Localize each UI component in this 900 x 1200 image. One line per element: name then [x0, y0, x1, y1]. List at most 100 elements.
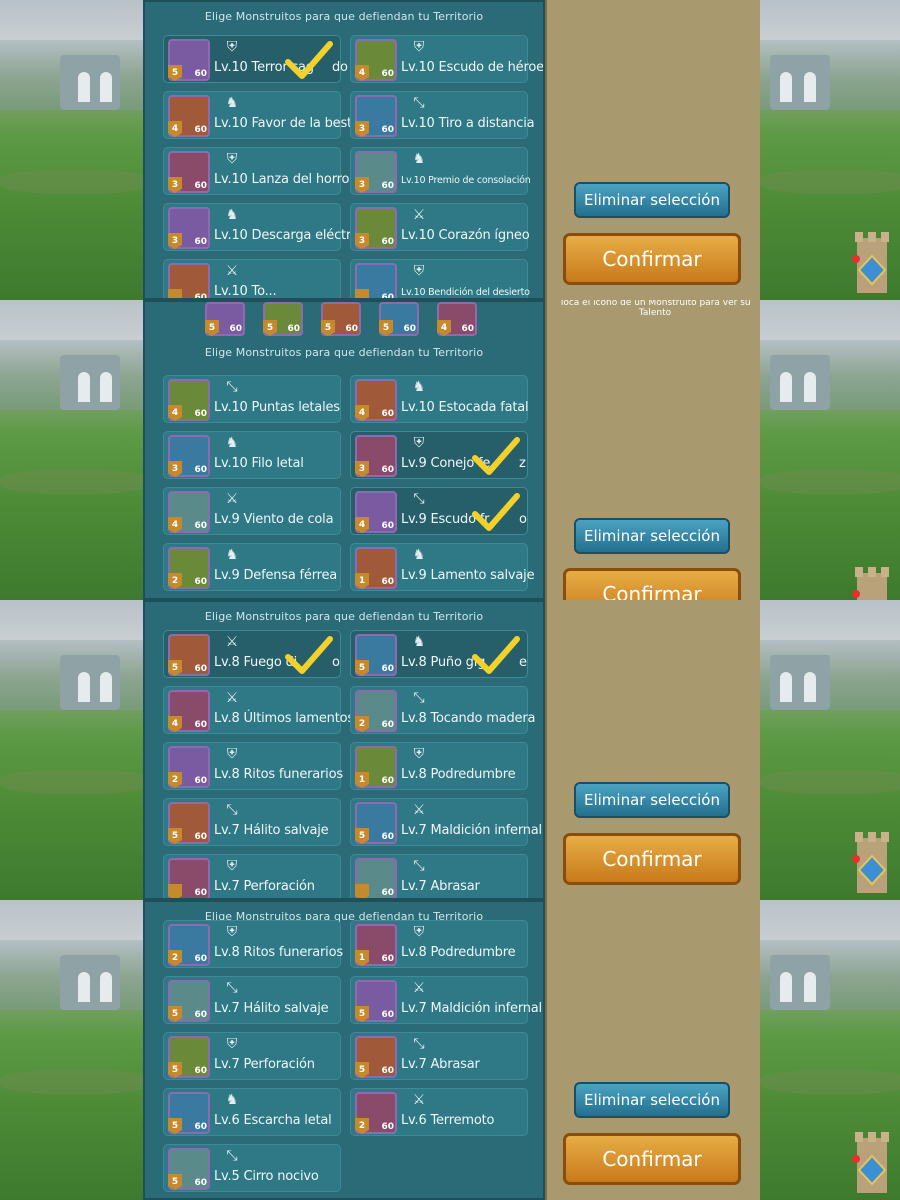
monster-portrait[interactable]: 2 60: [355, 690, 397, 732]
monster-slot[interactable]: 3 60 ♞ Lv.10 Premio de consolación: [350, 147, 531, 195]
monster-slot[interactable]: 60 ⤡ Lv.7 Abrasar: [350, 854, 528, 898]
monster-slot[interactable]: 4 60 ⤡ Lv.9 Escudo fr o: [350, 487, 528, 535]
monster-slot[interactable]: 3 60 ♞ Lv.10 Filo letal: [163, 431, 341, 479]
monster-portrait[interactable]: 2 60: [168, 924, 210, 966]
monster-slot[interactable]: 4 60 ⤡ Lv.10 Puntas letales: [163, 375, 341, 423]
monster-portrait[interactable]: 3 60: [168, 435, 210, 477]
monster-portrait[interactable]: 4 60: [168, 491, 210, 533]
monster-slot[interactable]: 3 60 ⛨ Lv.9 Conejo fe z: [350, 431, 528, 479]
bow-icon: ⤡: [413, 858, 425, 874]
monster-slot[interactable]: 1 60 ♞ Lv.9 Lamento salvaje: [350, 543, 535, 591]
monster-portrait[interactable]: 3 60: [355, 435, 397, 477]
monster-slot[interactable]: 5 60 ⛨ Lv.10 Terror sag do: [163, 35, 348, 83]
castle-icon[interactable]: [847, 1130, 897, 1200]
monster-portrait[interactable]: 4 60: [355, 39, 397, 81]
shield-icon: ⛨: [413, 263, 425, 279]
monster-portrait[interactable]: 3 60: [355, 95, 397, 137]
checkmark-icon: [285, 636, 333, 674]
castle-icon[interactable]: [847, 565, 897, 600]
monster-slot[interactable]: 5 60 ⛨ Lv.7 Perforación: [163, 1032, 341, 1080]
monster-portrait[interactable]: 3 60: [355, 207, 397, 249]
clear-selection-button[interactable]: Eliminar selección: [574, 518, 730, 554]
monster-slot[interactable]: 5 60 ♞ Lv.8 Puño gig e: [350, 630, 528, 678]
monster-slot[interactable]: 4 60 ⚔ Lv.8 Últimos lamentos: [163, 686, 354, 734]
monster-slot[interactable]: 1 60 ⛨ Lv.8 Podredumbre: [350, 920, 528, 968]
monster-slot[interactable]: 4 60 ⛨ Lv.10 Escudo de héroe: [350, 35, 543, 83]
monster-portrait[interactable]: 5 60: [168, 1092, 210, 1134]
monster-slot[interactable]: 60 ⛨ Lv.7 Perforación: [163, 854, 341, 898]
monster-slot[interactable]: 5 60 ⤡ Lv.7 Hálito salvaje: [163, 798, 341, 846]
monster-portrait[interactable]: 3 60: [168, 151, 210, 193]
monster-portrait[interactable]: 5 60: [168, 39, 210, 81]
monster-portrait[interactable]: 1 60: [355, 547, 397, 589]
monster-portrait[interactable]: 60: [168, 263, 210, 298]
castle-icon[interactable]: [847, 230, 897, 300]
monster-portrait[interactable]: 4 60: [168, 95, 210, 137]
monster-portrait[interactable]: 5 60: [168, 634, 210, 676]
monster-portrait[interactable]: 4 60: [168, 379, 210, 421]
monster-portrait[interactable]: 4 60: [168, 690, 210, 732]
defender-portrait[interactable]: 5 60: [205, 302, 245, 336]
monster-slot[interactable]: 60 ⛨ Lv.10 Bendición del desierto: [350, 259, 530, 298]
monster-slot[interactable]: 2 60 ⛨ Lv.8 Ritos funerarios: [163, 920, 343, 968]
confirm-button[interactable]: Confirmar: [563, 833, 741, 885]
monster-slot[interactable]: 3 60 ⤡ Lv.10 Tiro a distancia: [350, 91, 535, 139]
monster-portrait[interactable]: 2 60: [168, 746, 210, 788]
level-cap-label: 60: [381, 776, 394, 786]
monster-slot[interactable]: 3 60 ⚔ Lv.10 Corazón ígneo: [350, 203, 530, 251]
level-cap-label: 60: [381, 465, 394, 475]
monster-portrait[interactable]: 5 60: [168, 980, 210, 1022]
monster-slot[interactable]: 5 60 ⤡ Lv.7 Abrasar: [350, 1032, 528, 1080]
monster-slot[interactable]: 5 60 ♞ Lv.6 Escarcha letal: [163, 1088, 341, 1136]
monster-slot[interactable]: 3 60 ⛨ Lv.10 Lanza del horror: [163, 147, 355, 195]
monster-slot[interactable]: 2 60 ♞ Lv.9 Defensa férrea: [163, 543, 341, 591]
defender-portrait[interactable]: 5 60: [263, 302, 303, 336]
monster-portrait[interactable]: 60: [355, 263, 397, 298]
monster-slot[interactable]: 5 60 ⚔ Lv.7 Maldición infernal: [350, 798, 542, 846]
monster-portrait[interactable]: 1 60: [355, 746, 397, 788]
monster-slot[interactable]: 4 60 ♞ Lv.10 Estocada fatal: [350, 375, 529, 423]
monster-portrait[interactable]: 5 60: [168, 802, 210, 844]
monster-slot[interactable]: 5 60 ⤡ Lv.7 Hálito salvaje: [163, 976, 341, 1024]
defender-portrait[interactable]: 4 60: [437, 302, 477, 336]
monster-slot[interactable]: 1 60 ⛨ Lv.8 Podredumbre: [350, 742, 528, 790]
monster-portrait[interactable]: 2 60: [168, 547, 210, 589]
level-cap-label: 60: [287, 324, 300, 334]
monster-portrait[interactable]: 3 60: [168, 207, 210, 249]
monster-portrait[interactable]: 5 60: [355, 634, 397, 676]
familiar-name: Lv.8 Podredumbre: [401, 945, 516, 960]
defender-portrait[interactable]: 5 60: [321, 302, 361, 336]
monster-portrait[interactable]: 2 60: [355, 1092, 397, 1134]
monster-portrait[interactable]: 5 60: [355, 1036, 397, 1078]
familiar-name: Lv.10 Bendición del desierto: [401, 287, 530, 298]
defender-portrait[interactable]: 5 60: [379, 302, 419, 336]
confirm-button[interactable]: Confirmar: [563, 1133, 741, 1185]
monster-slot[interactable]: 60 ⚔ Lv.10 To...: [163, 259, 341, 298]
clear-selection-button[interactable]: Eliminar selección: [574, 1082, 730, 1118]
monster-portrait[interactable]: 5 60: [168, 1148, 210, 1190]
monster-slot[interactable]: 3 60 ♞ Lv.10 Descarga eléctrica: [163, 203, 369, 251]
monster-slot[interactable]: 2 60 ⤡ Lv.8 Tocando madera: [350, 686, 535, 734]
monster-slot[interactable]: 5 60 ⚔ Lv.8 Fuego di o: [163, 630, 341, 678]
monster-slot[interactable]: 2 60 ⛨ Lv.8 Ritos funerarios: [163, 742, 343, 790]
monster-slot[interactable]: 5 60 ⤡ Lv.5 Cirro nocivo: [163, 1144, 341, 1192]
monster-portrait[interactable]: 5 60: [355, 980, 397, 1022]
confirm-button[interactable]: Confirmar: [563, 233, 741, 285]
monster-portrait[interactable]: 3 60: [355, 151, 397, 193]
confirm-button[interactable]: Confirmar: [563, 568, 741, 600]
monster-portrait[interactable]: 4 60: [355, 491, 397, 533]
clear-selection-button[interactable]: Eliminar selección: [574, 182, 730, 218]
monster-portrait[interactable]: 5 60: [168, 1036, 210, 1078]
monster-slot[interactable]: 4 60 ♞ Lv.10 Favor de la bestia: [163, 91, 363, 139]
monster-portrait[interactable]: 4 60: [355, 379, 397, 421]
monster-slot[interactable]: 5 60 ⚔ Lv.7 Maldición infernal: [350, 976, 542, 1024]
monster-portrait[interactable]: 5 60: [355, 802, 397, 844]
monster-slot[interactable]: 4 60 ⚔ Lv.9 Viento de cola: [163, 487, 341, 535]
monster-portrait[interactable]: 60: [168, 858, 210, 898]
monster-slot[interactable]: 2 60 ⚔ Lv.6 Terremoto: [350, 1088, 528, 1136]
monster-portrait[interactable]: 60: [355, 858, 397, 898]
monster-portrait[interactable]: 1 60: [355, 924, 397, 966]
castle-icon[interactable]: [847, 830, 897, 900]
clear-selection-button[interactable]: Eliminar selección: [574, 782, 730, 818]
screenshot-strip-3: Elige Monstruitos para que defiendan tu …: [0, 600, 900, 900]
